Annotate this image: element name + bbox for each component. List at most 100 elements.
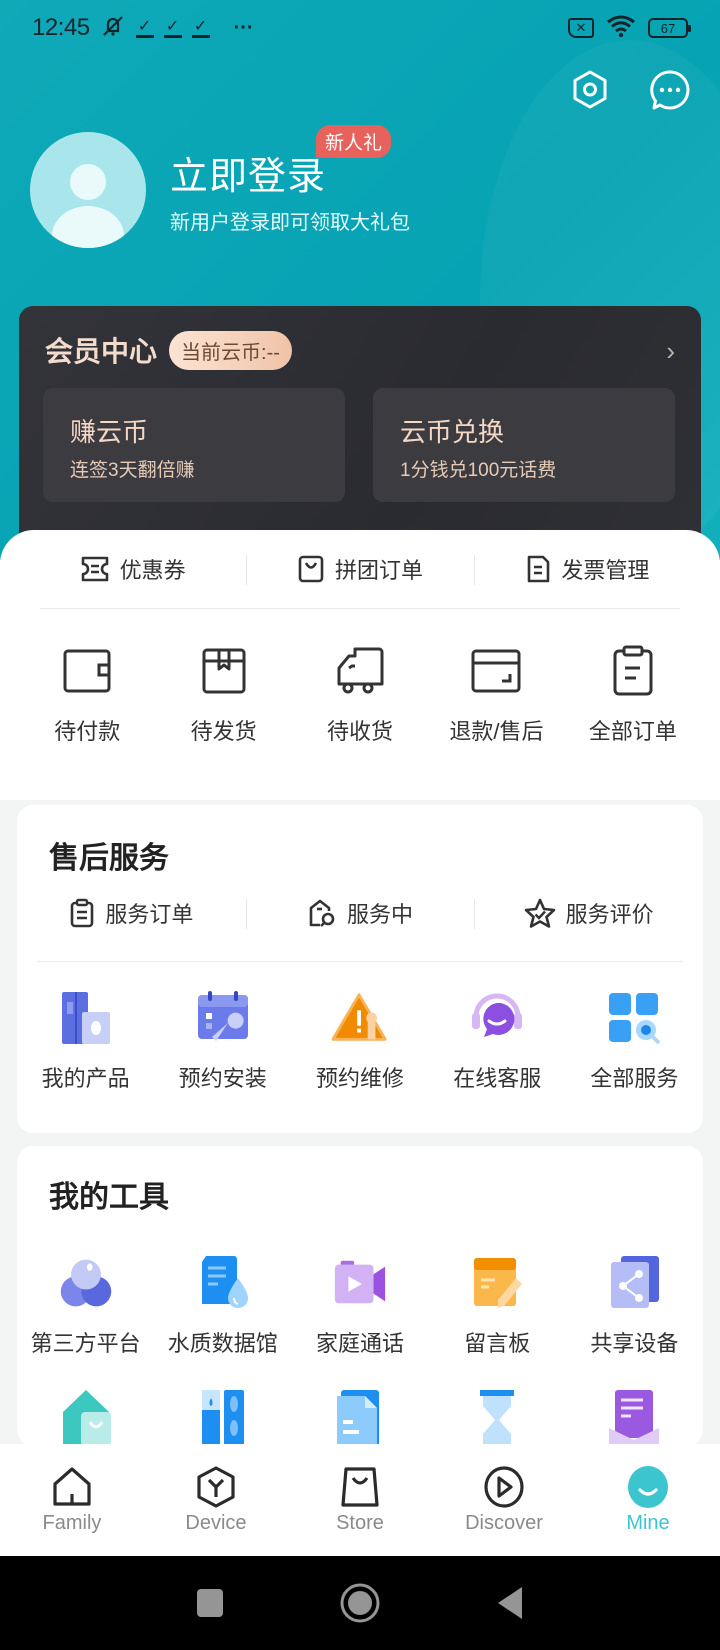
store-bag-icon bbox=[341, 1467, 379, 1507]
hourglass-icon bbox=[480, 1390, 515, 1446]
family-video-call[interactable]: 家庭通话 bbox=[291, 1254, 428, 1358]
after-sales-card: 售后服务 服务订单 服务中 服务评价 我的产品 预约安装 预约维修 在线客服 全… bbox=[17, 805, 703, 1133]
tile-subtitle: 1分钱兑100元话费 bbox=[400, 460, 557, 481]
in-service-link[interactable]: 服务中 bbox=[245, 897, 475, 929]
grid-label: 共享设备 bbox=[590, 1331, 679, 1356]
quick-label: 服务评价 bbox=[565, 902, 654, 927]
nav-label: Store bbox=[336, 1512, 384, 1534]
cloud-coin-balance: 当前云币:-- bbox=[169, 330, 292, 370]
in-service-icon bbox=[309, 899, 335, 927]
wallet-icon bbox=[63, 649, 111, 693]
status-time: 12:45 bbox=[32, 14, 90, 41]
avatar[interactable] bbox=[30, 132, 146, 248]
tool-home-store[interactable] bbox=[17, 1386, 154, 1446]
nav-device[interactable]: Device bbox=[144, 1444, 288, 1556]
quick-label: 拼团订单 bbox=[334, 558, 423, 583]
coupons-link[interactable]: 优惠券 bbox=[19, 553, 246, 585]
all-services-icon bbox=[609, 993, 661, 1045]
grid-label: 水质数据馆 bbox=[167, 1331, 278, 1356]
tile-title: 云币兑换 bbox=[400, 417, 505, 447]
status-bar: 12:45 ✓ ✓ ✓ ··· ✕ 67 bbox=[0, 0, 720, 56]
group-orders-link[interactable]: 拼团订单 bbox=[246, 553, 473, 585]
shared-devices[interactable]: 共享设备 bbox=[566, 1254, 703, 1358]
refund-after-sale[interactable]: 退款/售后 bbox=[428, 642, 564, 746]
tool-notes[interactable] bbox=[566, 1386, 703, 1446]
quick-label: 发票管理 bbox=[561, 558, 650, 583]
nav-mine[interactable]: Mine bbox=[576, 1444, 720, 1556]
home-icon bbox=[53, 1467, 91, 1506]
grid-label: 第三方平台 bbox=[30, 1331, 141, 1356]
coupon-icon bbox=[81, 556, 108, 582]
invoice-management-link[interactable]: 发票管理 bbox=[473, 553, 701, 585]
login-profile[interactable]: 立即登录 新用户登录即可领取大礼包 新人礼 bbox=[30, 125, 410, 248]
my-tools-card: 我的工具 第三方平台 水质数据馆 家庭通话 留言板 共享设备 bbox=[17, 1146, 703, 1446]
document-icon bbox=[337, 1390, 379, 1446]
quick-label: 服务订单 bbox=[105, 902, 194, 927]
grid-label: 全部服务 bbox=[590, 1066, 679, 1091]
home-button[interactable] bbox=[335, 1578, 385, 1628]
all-orders[interactable]: 全部订单 bbox=[565, 642, 701, 746]
coin-exchange-tile[interactable]: 云币兑换 1分钱兑100元话费 bbox=[373, 388, 675, 502]
grid-label: 全部订单 bbox=[588, 719, 677, 744]
nav-discover[interactable]: Discover bbox=[432, 1444, 576, 1556]
grid-label: 在线客服 bbox=[453, 1066, 542, 1091]
divider bbox=[37, 961, 683, 962]
message-bubble-icon bbox=[650, 70, 690, 110]
settings-hex-icon bbox=[573, 70, 607, 109]
grid-label: 我的产品 bbox=[41, 1066, 130, 1091]
recents-button[interactable] bbox=[185, 1578, 235, 1628]
message-board[interactable]: 留言板 bbox=[429, 1254, 566, 1358]
book-installation[interactable]: 预约安装 bbox=[154, 989, 291, 1093]
back-button[interactable] bbox=[485, 1578, 535, 1628]
download-done-icon: ✓ bbox=[191, 18, 210, 38]
notes-icon bbox=[609, 1390, 660, 1446]
pending-shipment[interactable]: 待发货 bbox=[155, 642, 291, 746]
nav-label: Mine bbox=[626, 1512, 670, 1534]
messages-button[interactable] bbox=[648, 68, 692, 112]
earn-coins-tile[interactable]: 赚云币 连签3天翻倍赚 bbox=[43, 388, 345, 502]
login-subtitle: 新用户登录即可领取大礼包 bbox=[170, 212, 410, 234]
service-order-icon bbox=[71, 898, 94, 928]
water-quality-data[interactable]: 水质数据馆 bbox=[154, 1254, 291, 1358]
nav-store[interactable]: Store bbox=[288, 1444, 432, 1556]
download-done-icon: ✓ bbox=[163, 18, 182, 38]
settings-button[interactable] bbox=[568, 68, 612, 112]
tool-water-meter[interactable] bbox=[154, 1386, 291, 1446]
grid-label: 留言板 bbox=[464, 1331, 531, 1356]
third-party-icon bbox=[60, 1259, 111, 1307]
quick-label: 优惠券 bbox=[119, 558, 186, 583]
tool-hourglass[interactable] bbox=[429, 1386, 566, 1446]
all-services[interactable]: 全部服务 bbox=[566, 989, 703, 1093]
service-orders-link[interactable]: 服务订单 bbox=[17, 897, 246, 929]
tile-title: 赚云币 bbox=[70, 417, 149, 447]
online-customer-service[interactable]: 在线客服 bbox=[429, 989, 566, 1093]
third-party-platform[interactable]: 第三方平台 bbox=[17, 1254, 154, 1358]
battery-icon: 67 bbox=[648, 18, 691, 38]
grid-label: 预约维修 bbox=[316, 1066, 405, 1091]
message-board-icon bbox=[474, 1258, 523, 1308]
truck-icon bbox=[337, 647, 384, 694]
install-calendar-icon bbox=[197, 991, 248, 1041]
home-store-icon bbox=[62, 1390, 111, 1446]
book-repair[interactable]: 预约维修 bbox=[291, 989, 428, 1093]
pending-receipt[interactable]: 待收货 bbox=[292, 642, 428, 746]
my-product-icon bbox=[61, 992, 110, 1044]
pending-payment[interactable]: 待付款 bbox=[19, 642, 155, 746]
share-device-icon bbox=[611, 1256, 660, 1308]
more-notifications-icon: ··· bbox=[233, 16, 254, 39]
grid-label: 预约安装 bbox=[178, 1066, 267, 1091]
orders-quick-row: 优惠券 拼团订单 发票管理 bbox=[19, 530, 701, 608]
home-circle-icon bbox=[340, 1583, 380, 1623]
tool-document[interactable] bbox=[291, 1386, 428, 1446]
member-center-title[interactable]: 会员中心 bbox=[45, 330, 157, 370]
my-products[interactable]: 我的产品 bbox=[17, 989, 154, 1093]
no-sim-icon: ✕ bbox=[568, 18, 594, 38]
clipboard-icon bbox=[613, 645, 653, 696]
chevron-right-icon[interactable]: › bbox=[666, 336, 675, 367]
water-data-icon bbox=[201, 1256, 248, 1308]
section-title: 售后服务 bbox=[49, 842, 169, 875]
invoice-icon bbox=[528, 555, 550, 583]
service-review-link[interactable]: 服务评价 bbox=[474, 897, 703, 929]
wifi-icon bbox=[606, 14, 636, 43]
nav-family[interactable]: Family bbox=[0, 1444, 144, 1556]
